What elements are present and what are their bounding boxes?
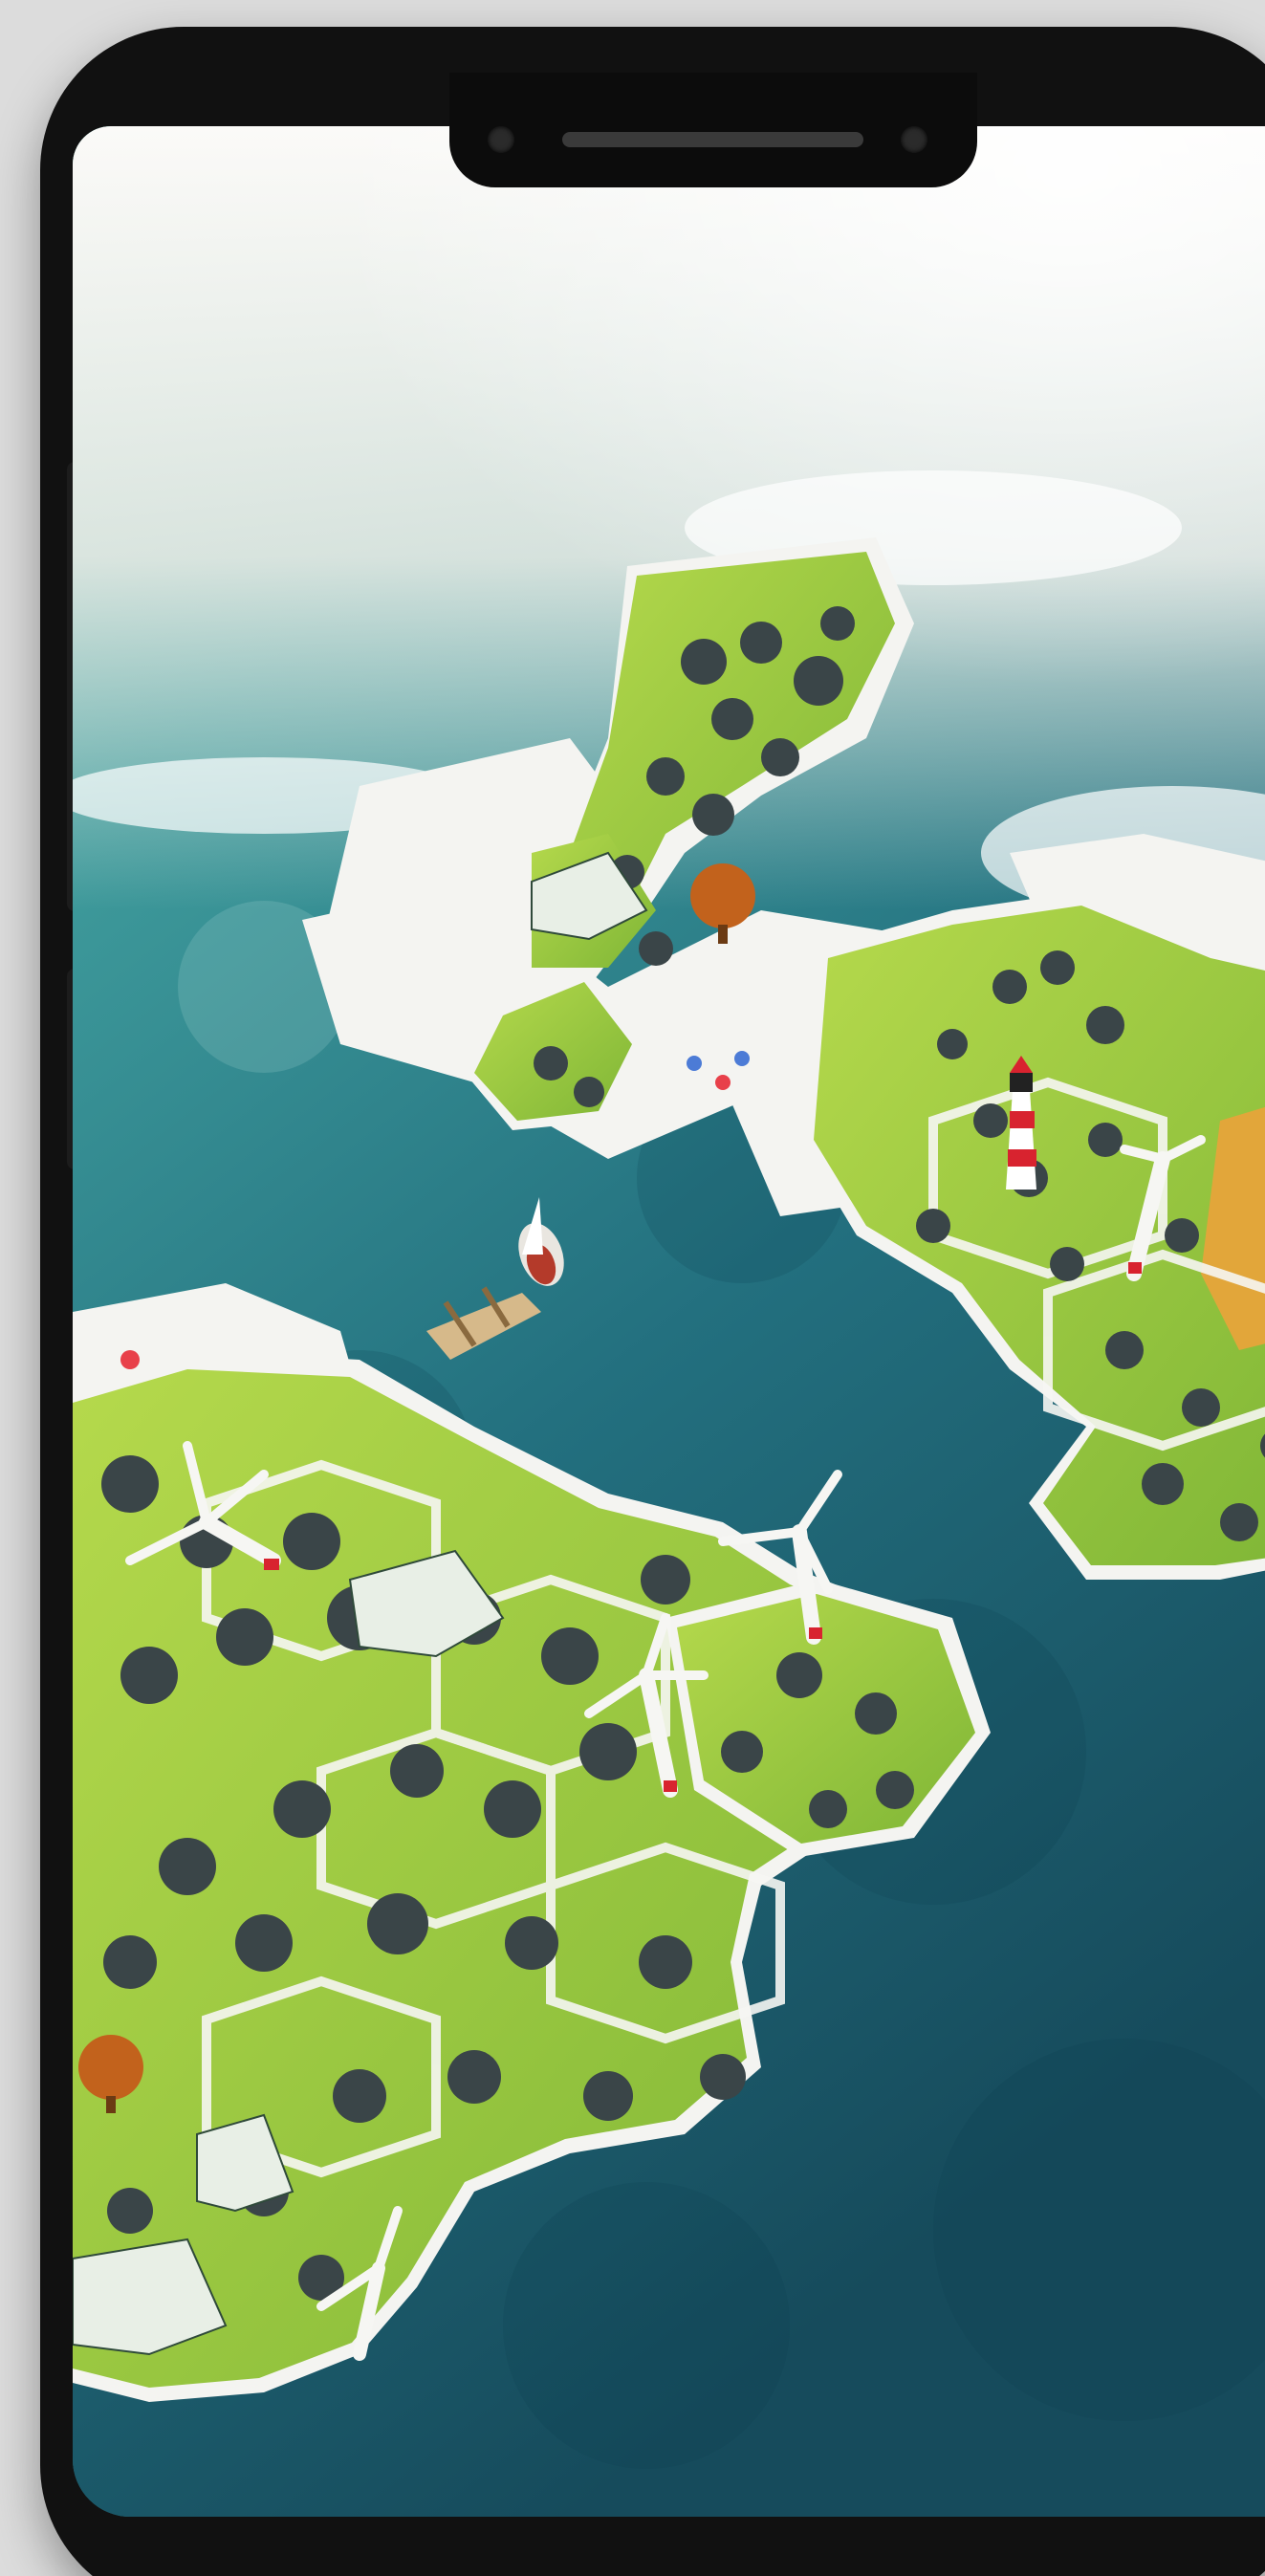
lighthouse-icon[interactable] [1006, 1056, 1036, 1190]
game-screen[interactable] [73, 126, 1265, 2517]
front-camera-icon [488, 126, 514, 153]
earpiece-speaker [562, 132, 863, 147]
phone-notch [449, 73, 977, 187]
game-map-canvas[interactable] [73, 126, 1265, 2517]
sensor-icon [901, 126, 927, 153]
device-mockup-stage [0, 0, 1265, 2576]
